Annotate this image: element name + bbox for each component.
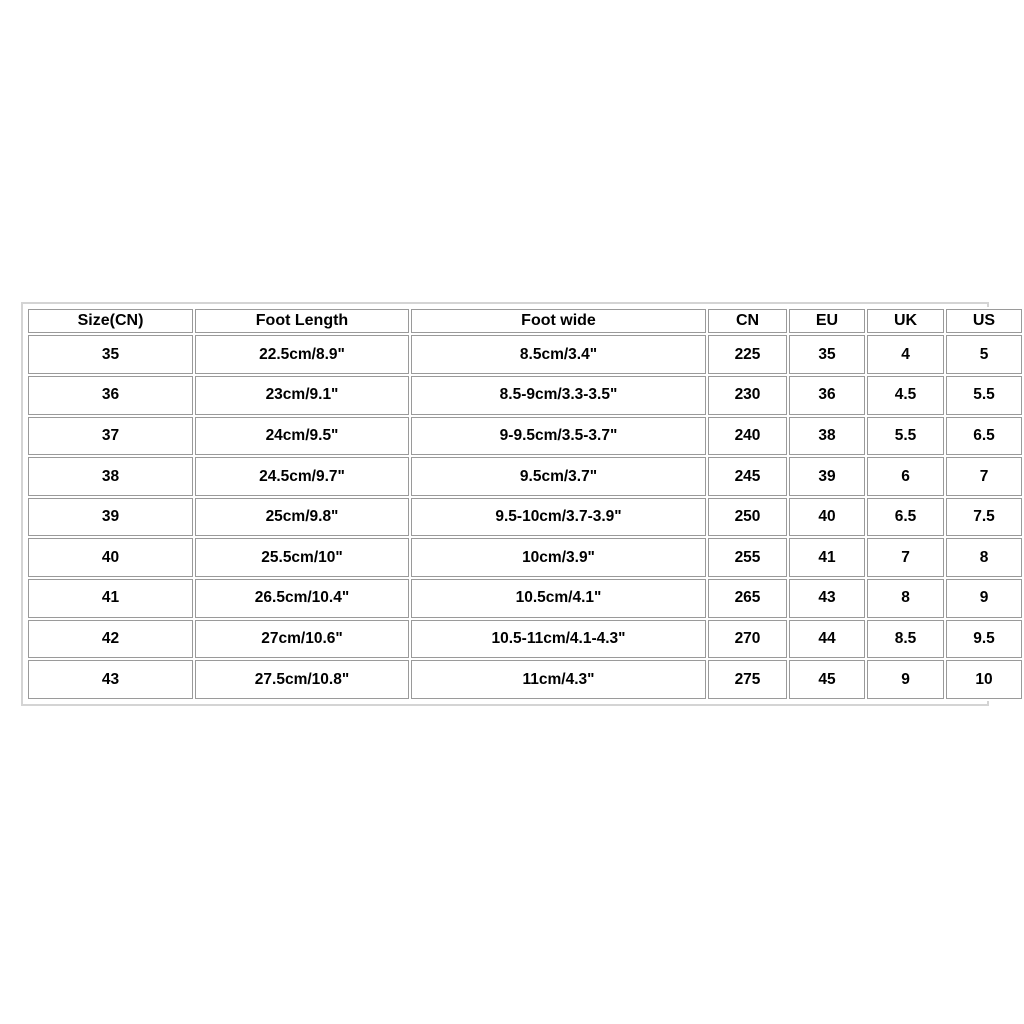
column-header-us: US (946, 309, 1022, 334)
cell-us: 10 (946, 660, 1022, 699)
cell-eu: 43 (789, 579, 865, 618)
table-row: 37 24cm/9.5" 9-9.5cm/3.5-3.7" 240 38 5.5… (28, 416, 1022, 456)
table-row: 35 22.5cm/8.9" 8.5cm/3.4" 225 35 4 5 (28, 335, 1022, 374)
size-chart-frame: Size(CN) Foot Length Foot wide CN EU UK … (21, 302, 1024, 706)
table-body: 35 22.5cm/8.9" 8.5cm/3.4" 225 35 4 5 36 … (28, 335, 1022, 699)
column-header-eu: EU (789, 309, 865, 334)
cell-uk: 4 (867, 335, 944, 374)
cell-eu: 45 (789, 660, 865, 699)
cell-eu: 41 (789, 538, 865, 578)
table-row: 39 25cm/9.8" 9.5-10cm/3.7-3.9" 250 40 6.… (28, 497, 1022, 537)
cell-uk: 5.5 (867, 416, 944, 456)
cell-eu: 35 (789, 335, 865, 374)
cell-size-cn: 41 (28, 579, 193, 618)
cell-eu: 40 (789, 497, 865, 537)
cell-uk: 4.5 (867, 376, 944, 415)
cell-us: 9 (946, 579, 1022, 618)
table-header: Size(CN) Foot Length Foot wide CN EU UK … (28, 309, 1022, 334)
cell-size-cn: 42 (28, 619, 193, 659)
column-header-foot-length: Foot Length (195, 309, 409, 334)
cell-eu: 36 (789, 376, 865, 415)
cell-uk: 9 (867, 660, 944, 699)
cell-foot-wide: 11cm/4.3" (411, 660, 706, 699)
table-row: 38 24.5cm/9.7" 9.5cm/3.7" 245 39 6 7 (28, 457, 1022, 496)
cell-us: 6.5 (946, 416, 1022, 456)
table-row: 42 27cm/10.6" 10.5-11cm/4.1-4.3" 270 44 … (28, 619, 1022, 659)
table-row: 40 25.5cm/10" 10cm/3.9" 255 41 7 8 (28, 538, 1022, 578)
cell-foot-length: 26.5cm/10.4" (195, 579, 409, 618)
cell-uk: 6 (867, 457, 944, 496)
cell-cn: 245 (708, 457, 787, 496)
cell-uk: 6.5 (867, 497, 944, 537)
cell-foot-length: 24cm/9.5" (195, 416, 409, 456)
cell-uk: 8 (867, 579, 944, 618)
cell-foot-wide: 10cm/3.9" (411, 538, 706, 578)
table-row: 36 23cm/9.1" 8.5-9cm/3.3-3.5" 230 36 4.5… (28, 376, 1022, 415)
cell-foot-length: 27.5cm/10.8" (195, 660, 409, 699)
cell-us: 7.5 (946, 497, 1022, 537)
cell-foot-wide: 9-9.5cm/3.5-3.7" (411, 416, 706, 456)
column-header-foot-wide: Foot wide (411, 309, 706, 334)
cell-us: 8 (946, 538, 1022, 578)
cell-cn: 225 (708, 335, 787, 374)
cell-foot-wide: 10.5cm/4.1" (411, 579, 706, 618)
cell-eu: 44 (789, 619, 865, 659)
cell-foot-wide: 8.5-9cm/3.3-3.5" (411, 376, 706, 415)
cell-cn: 265 (708, 579, 787, 618)
cell-size-cn: 40 (28, 538, 193, 578)
cell-size-cn: 43 (28, 660, 193, 699)
cell-us: 5 (946, 335, 1022, 374)
cell-foot-length: 25.5cm/10" (195, 538, 409, 578)
cell-size-cn: 36 (28, 376, 193, 415)
cell-cn: 270 (708, 619, 787, 659)
cell-eu: 39 (789, 457, 865, 496)
cell-foot-length: 24.5cm/9.7" (195, 457, 409, 496)
column-header-cn: CN (708, 309, 787, 334)
cell-foot-length: 25cm/9.8" (195, 497, 409, 537)
cell-size-cn: 35 (28, 335, 193, 374)
table-row: 41 26.5cm/10.4" 10.5cm/4.1" 265 43 8 9 (28, 579, 1022, 618)
header-row: Size(CN) Foot Length Foot wide CN EU UK … (28, 309, 1022, 334)
cell-foot-length: 27cm/10.6" (195, 619, 409, 659)
cell-size-cn: 38 (28, 457, 193, 496)
cell-eu: 38 (789, 416, 865, 456)
cell-cn: 230 (708, 376, 787, 415)
cell-cn: 240 (708, 416, 787, 456)
cell-us: 7 (946, 457, 1022, 496)
table-row: 43 27.5cm/10.8" 11cm/4.3" 275 45 9 10 (28, 660, 1022, 699)
cell-foot-wide: 8.5cm/3.4" (411, 335, 706, 374)
cell-uk: 7 (867, 538, 944, 578)
cell-uk: 8.5 (867, 619, 944, 659)
cell-us: 5.5 (946, 376, 1022, 415)
page-root: Size(CN) Foot Length Foot wide CN EU UK … (0, 0, 1024, 1024)
cell-foot-wide: 9.5cm/3.7" (411, 457, 706, 496)
size-chart-table: Size(CN) Foot Length Foot wide CN EU UK … (26, 307, 1024, 701)
cell-size-cn: 37 (28, 416, 193, 456)
cell-cn: 275 (708, 660, 787, 699)
column-header-size-cn: Size(CN) (28, 309, 193, 334)
cell-cn: 250 (708, 497, 787, 537)
cell-foot-length: 23cm/9.1" (195, 376, 409, 415)
cell-size-cn: 39 (28, 497, 193, 537)
cell-cn: 255 (708, 538, 787, 578)
cell-foot-wide: 10.5-11cm/4.1-4.3" (411, 619, 706, 659)
cell-foot-wide: 9.5-10cm/3.7-3.9" (411, 497, 706, 537)
cell-us: 9.5 (946, 619, 1022, 659)
column-header-uk: UK (867, 309, 944, 334)
cell-foot-length: 22.5cm/8.9" (195, 335, 409, 374)
